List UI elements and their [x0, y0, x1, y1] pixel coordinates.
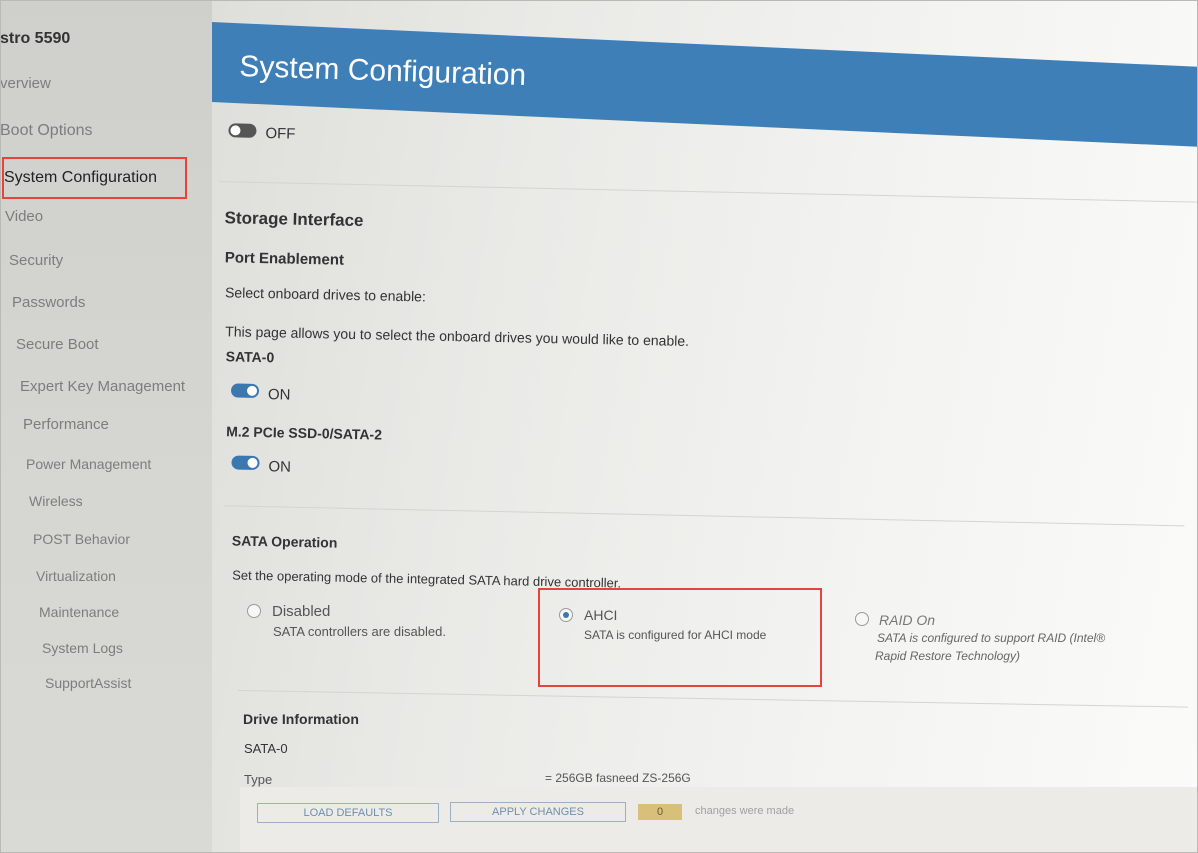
drive-name-sata-0: SATA-0: [225, 348, 275, 366]
divider: [224, 505, 1185, 527]
option-raid-on-description-line2: Rapid Restore Technology): [875, 649, 1020, 663]
m2-pcie-toggle-switch[interactable]: [231, 455, 260, 471]
changes-status-text: changes were made: [695, 805, 795, 817]
main-content: OFF Storage Interface Port Enablement Se…: [199, 105, 1198, 853]
sidebar-item-secure-boot[interactable]: Secure Boot: [16, 336, 99, 353]
drive-name-m2-pcie: M.2 PCIe SSD-0/SATA-2: [226, 423, 383, 443]
sata-0-toggle-state: ON: [267, 386, 291, 404]
option-raid-on-label[interactable]: RAID On: [879, 612, 935, 628]
sidebar-item-overview[interactable]: verview: [0, 75, 51, 92]
toggle-knob: [247, 457, 258, 468]
port-enablement-prompt: Select onboard drives to enable:: [224, 284, 427, 305]
sidebar-item-maintenance[interactable]: Maintenance: [39, 604, 119, 620]
apply-changes-button[interactable]: APPLY CHANGES: [450, 802, 626, 822]
option-disabled-label[interactable]: Disabled: [272, 603, 330, 620]
sidebar-item-video[interactable]: Video: [5, 208, 43, 225]
load-defaults-button[interactable]: LOAD DEFAULTS: [257, 803, 439, 823]
top-toggle-state: OFF: [265, 125, 296, 143]
top-toggle-switch[interactable]: [228, 123, 257, 138]
toggle-knob: [230, 125, 241, 136]
storage-interface-title: Storage Interface: [224, 208, 364, 231]
bios-screen: stro 5590 verview Boot Options System Co…: [0, 0, 1198, 853]
ahci-highlight-box: [538, 588, 822, 687]
m2-pcie-toggle-state: ON: [268, 458, 292, 476]
option-disabled-description: SATA controllers are disabled.: [273, 624, 446, 639]
drive-information-drive: SATA-0: [244, 741, 288, 756]
sidebar-item-power-management[interactable]: Power Management: [26, 456, 151, 472]
sata-operation-title: SATA Operation: [231, 532, 338, 551]
toggle-knob: [246, 385, 258, 396]
system-model-title: stro 5590: [0, 30, 71, 47]
radio-disabled[interactable]: [247, 604, 261, 618]
sidebar-item-system-logs[interactable]: System Logs: [42, 640, 123, 656]
port-enablement-title: Port Enablement: [224, 249, 345, 269]
divider: [218, 181, 1198, 203]
port-enablement-description: This page allows you to select the onboa…: [225, 323, 690, 349]
changes-count-badge: 0: [638, 804, 682, 820]
sidebar-item-virtualization[interactable]: Virtualization: [36, 568, 116, 584]
sidebar: stro 5590 verview Boot Options System Co…: [0, 0, 212, 853]
sidebar-item-boot-options[interactable]: Boot Options: [0, 122, 93, 140]
sidebar-highlight-box: [2, 157, 187, 199]
sidebar-item-performance[interactable]: Performance: [23, 416, 109, 433]
sidebar-item-security[interactable]: Security: [9, 252, 63, 269]
sata-0-toggle-switch[interactable]: [230, 383, 260, 398]
bottom-action-bar: LOAD DEFAULTS APPLY CHANGES 0 changes we…: [0, 780, 1198, 853]
sidebar-item-post-behavior[interactable]: POST Behavior: [33, 531, 130, 547]
drive-information-title: Drive Information: [243, 711, 359, 727]
radio-raid-on[interactable]: [855, 612, 869, 626]
option-raid-on-description: SATA is configured to support RAID (Inte…: [877, 631, 1106, 645]
sidebar-item-expert-key-management[interactable]: Expert Key Management: [20, 378, 185, 395]
sidebar-item-wireless[interactable]: Wireless: [29, 493, 83, 509]
sidebar-item-passwords[interactable]: Passwords: [12, 294, 85, 311]
sidebar-item-supportassist[interactable]: SupportAssist: [45, 675, 131, 691]
